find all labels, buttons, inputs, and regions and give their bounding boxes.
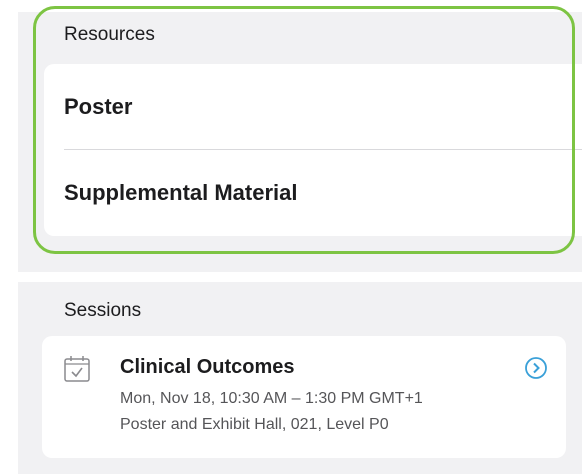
session-location: Poster and Exhibit Hall, 021, Level P0 xyxy=(120,416,389,433)
chevron-right-circle-icon[interactable] xyxy=(524,356,548,380)
session-time: Mon, Nov 18, 10:30 AM – 1:30 PM GMT+1 xyxy=(120,390,423,407)
resource-item-poster[interactable]: Poster xyxy=(44,64,582,150)
resource-item-supplemental-material[interactable]: Supplemental Material xyxy=(44,150,582,236)
resources-section-label: Resources xyxy=(64,24,155,45)
resources-list: Poster Supplemental Material xyxy=(44,64,582,236)
session-title: Clinical Outcomes xyxy=(120,356,295,378)
sessions-section-label: Sessions xyxy=(64,300,142,321)
session-card[interactable]: Clinical Outcomes Mon, Nov 18, 10:30 AM … xyxy=(42,336,566,458)
calendar-check-icon xyxy=(62,354,92,384)
cropped-heading-fragment xyxy=(0,0,480,6)
